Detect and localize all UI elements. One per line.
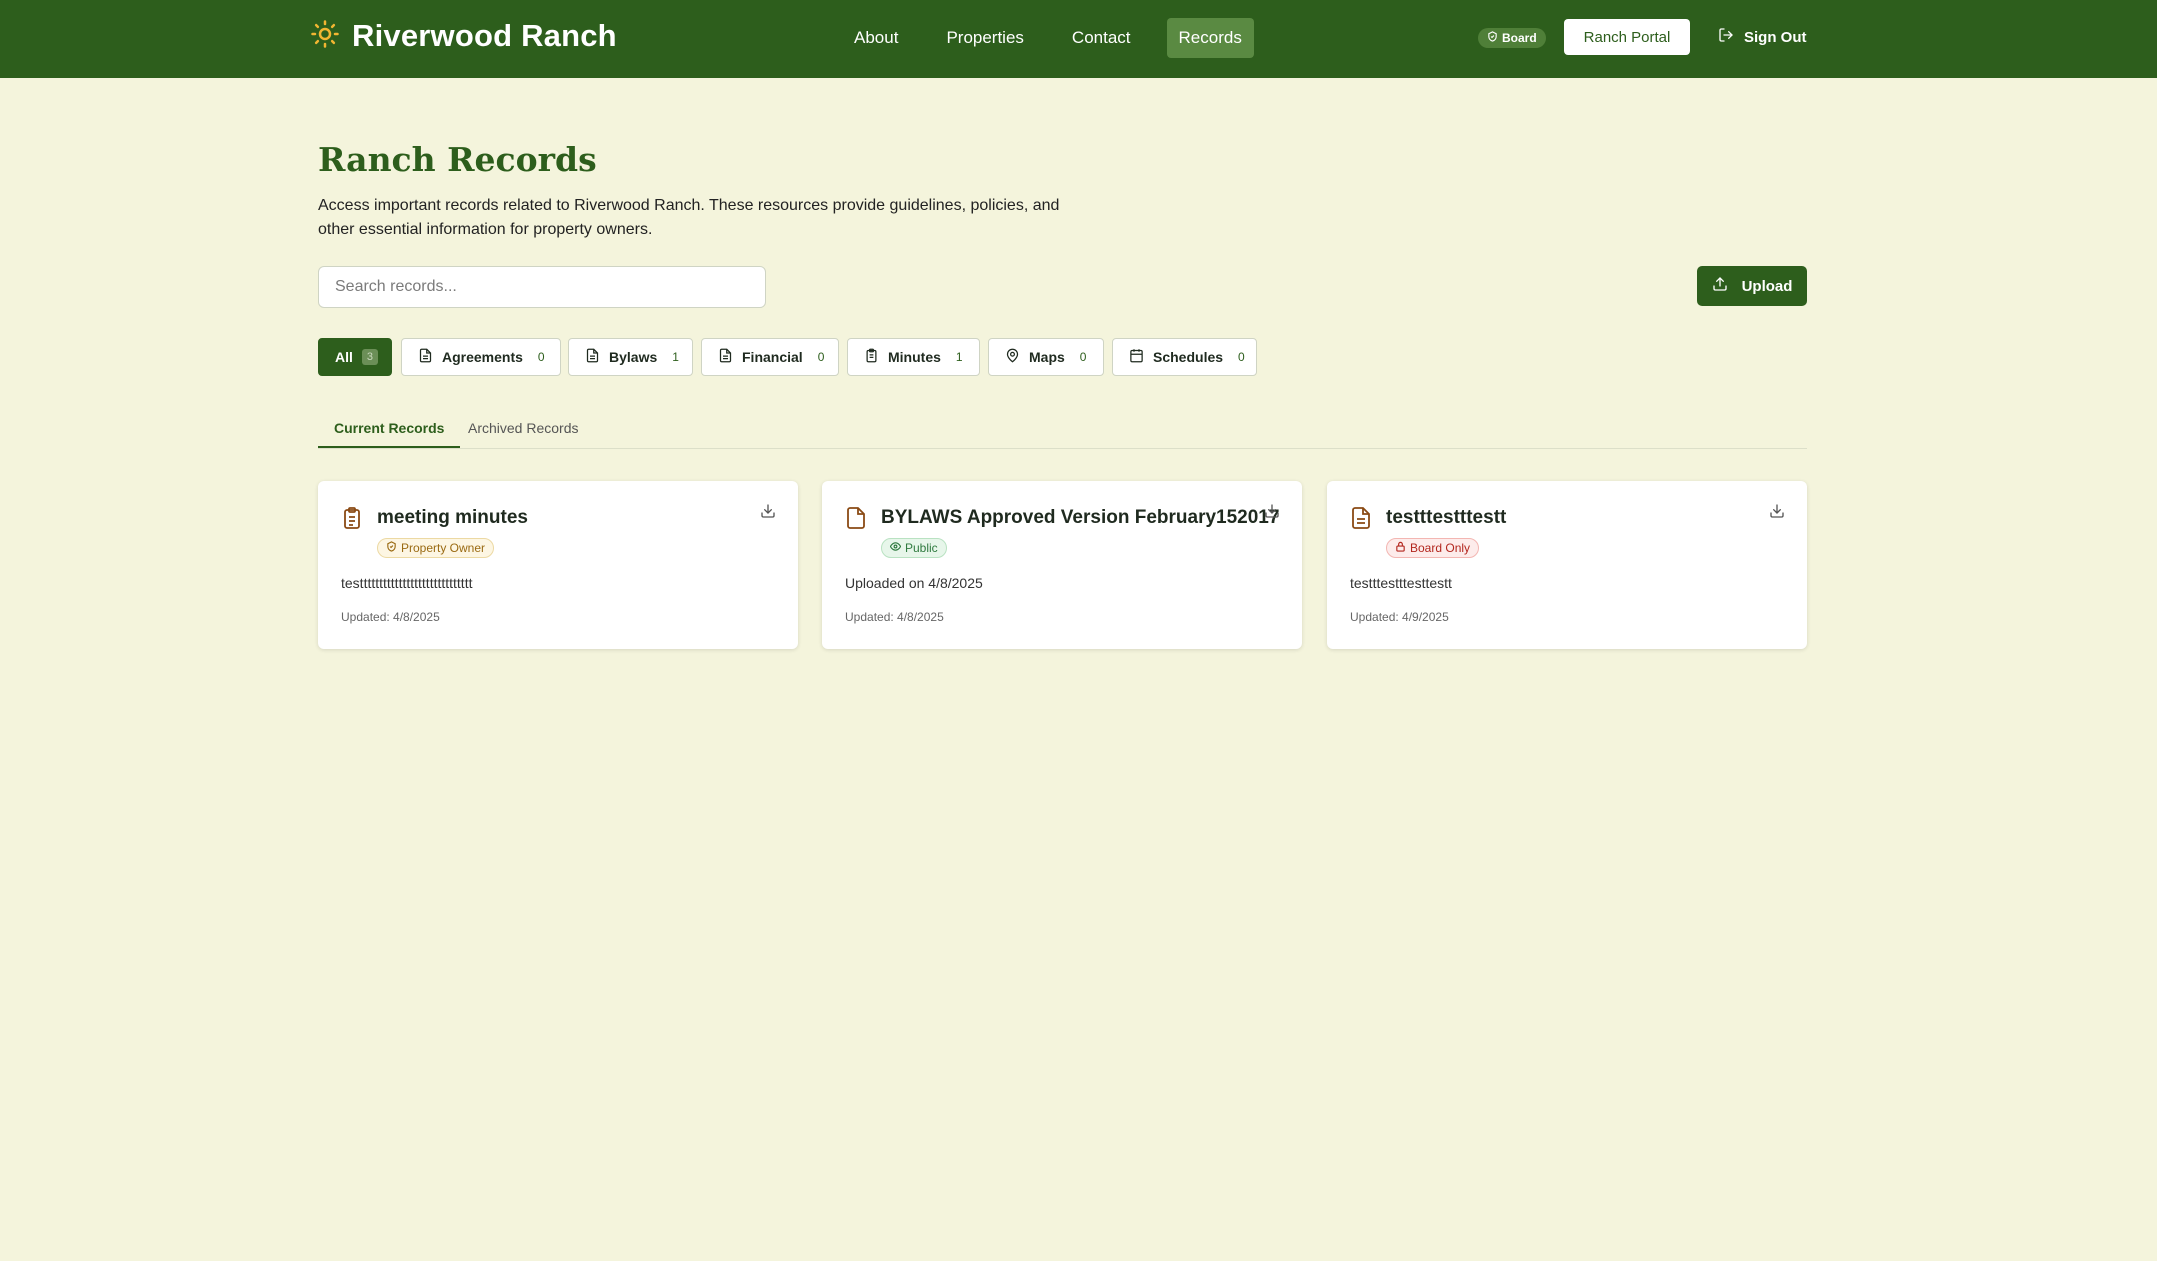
lock-icon [1395, 541, 1406, 555]
sun-icon [310, 19, 340, 54]
filter-agreements[interactable]: Agreements 0 [401, 338, 561, 376]
file-text-icon [585, 348, 600, 366]
sign-out-label: Sign Out [1744, 28, 1807, 46]
nav-records[interactable]: Records [1166, 18, 1254, 58]
access-badge: Public [881, 538, 947, 558]
top-nav-bar: Riverwood Ranch About Properties Contact… [0, 0, 2157, 78]
sign-out-button[interactable]: Sign Out [1718, 27, 1807, 47]
filter-count: 1 [955, 350, 963, 364]
filter-financial[interactable]: Financial 0 [701, 338, 839, 376]
brand-name: Riverwood Ranch [352, 18, 617, 53]
access-badge-label: Board Only [1410, 541, 1471, 555]
shield-icon [1487, 31, 1498, 45]
record-card[interactable]: BYLAWS Approved Version February152017 P… [822, 481, 1302, 649]
clipboard-icon [864, 348, 879, 366]
filter-maps[interactable]: Maps 0 [988, 338, 1104, 376]
log-out-icon [1718, 27, 1734, 47]
access-badge-label: Property Owner [401, 541, 486, 555]
board-badge-label: Board [1502, 31, 1537, 45]
record-card[interactable]: testttestttestt Board Only testttestttes… [1327, 481, 1807, 649]
search-input[interactable] [318, 266, 766, 308]
access-badge: Property Owner [377, 538, 495, 558]
filter-all[interactable]: All 3 [318, 338, 392, 376]
upload-label: Upload [1741, 277, 1793, 295]
filter-count: 1 [672, 350, 679, 364]
record-description: Uploaded on 4/8/2025 [845, 575, 983, 591]
download-icon[interactable] [1264, 503, 1280, 524]
record-updated: Updated: 4/9/2025 [1350, 610, 1449, 624]
main-nav: About Properties Contact Records [842, 18, 1278, 58]
filter-count: 3 [361, 349, 379, 365]
record-description: testttestttesttestt [1350, 575, 1452, 591]
filter-label: Maps [1029, 349, 1065, 365]
upload-button[interactable]: Upload [1697, 266, 1807, 306]
records-tabs: Current Records Archived Records [318, 412, 1807, 449]
filter-count: 0 [817, 350, 825, 364]
record-title: testttestttestt [1386, 507, 1507, 528]
file-text-icon [718, 348, 733, 366]
record-updated: Updated: 4/8/2025 [845, 610, 944, 624]
download-icon[interactable] [1769, 503, 1785, 524]
file-text-icon [1349, 505, 1373, 536]
filter-label: Financial [742, 349, 803, 365]
filter-bylaws[interactable]: Bylaws 1 [568, 338, 693, 376]
page-title: Ranch Records [318, 140, 597, 179]
access-badge-label: Public [905, 541, 938, 555]
filter-schedules[interactable]: Schedules 0 [1112, 338, 1257, 376]
filter-label: Bylaws [609, 349, 658, 365]
download-icon[interactable] [760, 503, 776, 524]
filter-count: 0 [1079, 350, 1087, 364]
filter-label: All [335, 349, 353, 365]
nav-about[interactable]: About [842, 18, 910, 58]
file-text-icon [418, 348, 433, 366]
nav-contact[interactable]: Contact [1060, 18, 1143, 58]
record-updated: Updated: 4/8/2025 [341, 610, 440, 624]
page-description: Access important records related to Rive… [318, 197, 1060, 238]
tab-current-records[interactable]: Current Records [318, 420, 461, 448]
record-card[interactable]: meeting minutes Property Owner testttttt… [318, 481, 798, 649]
filter-label: Minutes [888, 349, 941, 365]
shield-icon [386, 541, 397, 555]
map-pin-icon [1005, 348, 1020, 366]
brand-logo[interactable]: Riverwood Ranch [310, 18, 617, 54]
board-role-badge: Board [1478, 28, 1546, 48]
filter-label: Schedules [1153, 349, 1224, 365]
ranch-portal-button[interactable]: Ranch Portal [1564, 19, 1690, 55]
record-description: testtttttttttttttttttttttttttttt [341, 575, 473, 591]
clipboard-icon [340, 505, 364, 536]
filter-label: Agreements [442, 349, 523, 365]
record-title: meeting minutes [377, 507, 528, 528]
filter-count: 0 [1238, 350, 1245, 364]
record-title: BYLAWS Approved Version February152017 [881, 507, 1280, 528]
eye-icon [889, 541, 902, 555]
nav-properties[interactable]: Properties [934, 18, 1035, 58]
file-icon [844, 505, 868, 536]
upload-icon [1712, 276, 1728, 296]
filter-minutes[interactable]: Minutes 1 [847, 338, 980, 376]
calendar-icon [1129, 348, 1144, 366]
filter-count: 0 [537, 350, 545, 364]
access-badge: Board Only [1386, 538, 1480, 558]
tab-archived-records[interactable]: Archived Records [468, 420, 579, 446]
